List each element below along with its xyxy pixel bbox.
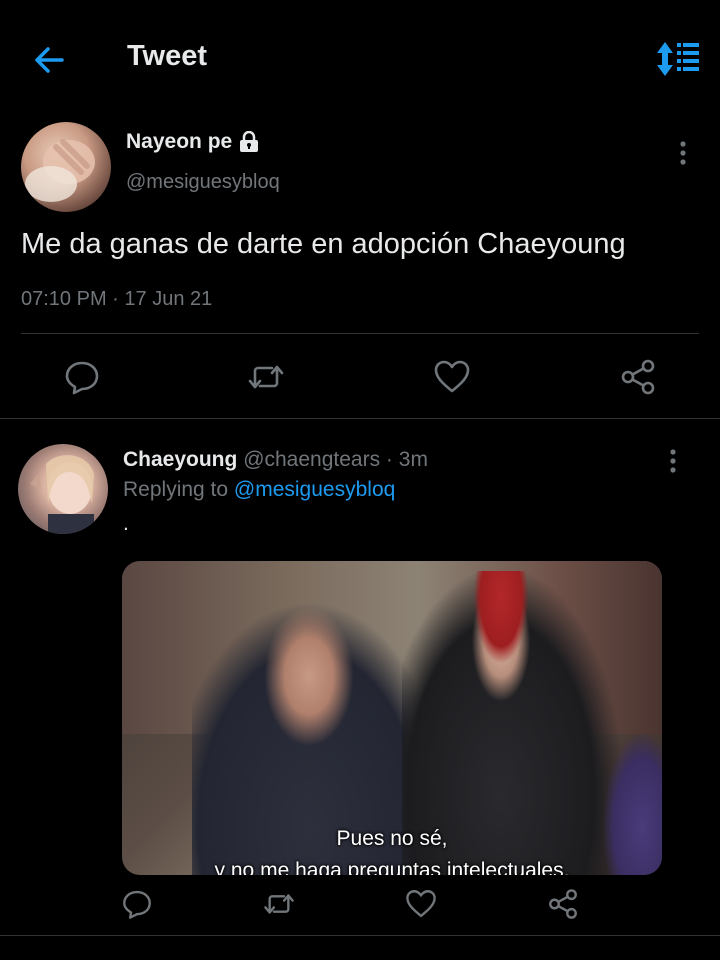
reply-header: Chaeyoung @chaengtears · 3m <box>123 448 428 472</box>
divider <box>0 935 720 936</box>
replying-to-label: Replying to <box>123 478 229 501</box>
tweet-text: Me da ganas de darte en adopción Chaeyou… <box>21 228 626 260</box>
top-bar: Tweet <box>0 0 720 120</box>
more-options-icon[interactable] <box>672 138 694 168</box>
avatar[interactable] <box>18 444 108 534</box>
replying-to-handle[interactable]: @mesiguesybloq <box>234 478 395 501</box>
reply-icon[interactable] <box>120 887 154 921</box>
replying-to: Replying to @mesiguesybloq <box>123 478 395 502</box>
like-icon[interactable] <box>404 887 438 921</box>
divider <box>21 333 699 334</box>
author-handle[interactable]: @mesiguesybloq <box>126 171 280 194</box>
author-name-text: Nayeon pe <box>126 130 233 153</box>
meta-separator: · <box>106 288 125 310</box>
avatar[interactable] <box>21 122 111 212</box>
tweet-date: 17 Jun 21 <box>124 288 213 310</box>
tweet-timestamp: 07:10 PM · 17 Jun 21 <box>21 288 212 311</box>
author-name[interactable]: Nayeon pe <box>126 130 260 154</box>
media-subtitle-line2: y no me haga preguntas intelectuales. <box>214 859 570 875</box>
meta-separator: · <box>380 448 399 471</box>
reply-icon[interactable] <box>62 357 102 397</box>
reply-author-handle[interactable]: @chaengtears <box>243 448 380 471</box>
media-subtitle-line1: Pues no sé, <box>336 827 448 850</box>
reply-text: . <box>123 512 129 535</box>
share-icon[interactable] <box>618 357 658 397</box>
divider <box>0 418 720 419</box>
reply-age: 3m <box>398 448 428 471</box>
page-title: Tweet <box>127 40 208 72</box>
sort-icon[interactable] <box>654 40 700 78</box>
media-image[interactable]: Pues no sé, y no me haga preguntas intel… <box>122 561 662 875</box>
more-options-icon[interactable] <box>662 446 684 476</box>
media-figure <box>602 731 662 875</box>
retweet-icon[interactable] <box>262 887 296 921</box>
arrow-left-icon[interactable] <box>30 40 70 80</box>
reply-author-name[interactable]: Chaeyoung <box>123 448 237 471</box>
retweet-icon[interactable] <box>246 357 286 397</box>
tweet-time: 07:10 PM <box>21 288 107 310</box>
like-icon[interactable] <box>432 357 472 397</box>
share-icon[interactable] <box>546 887 580 921</box>
lock-icon <box>238 131 260 153</box>
